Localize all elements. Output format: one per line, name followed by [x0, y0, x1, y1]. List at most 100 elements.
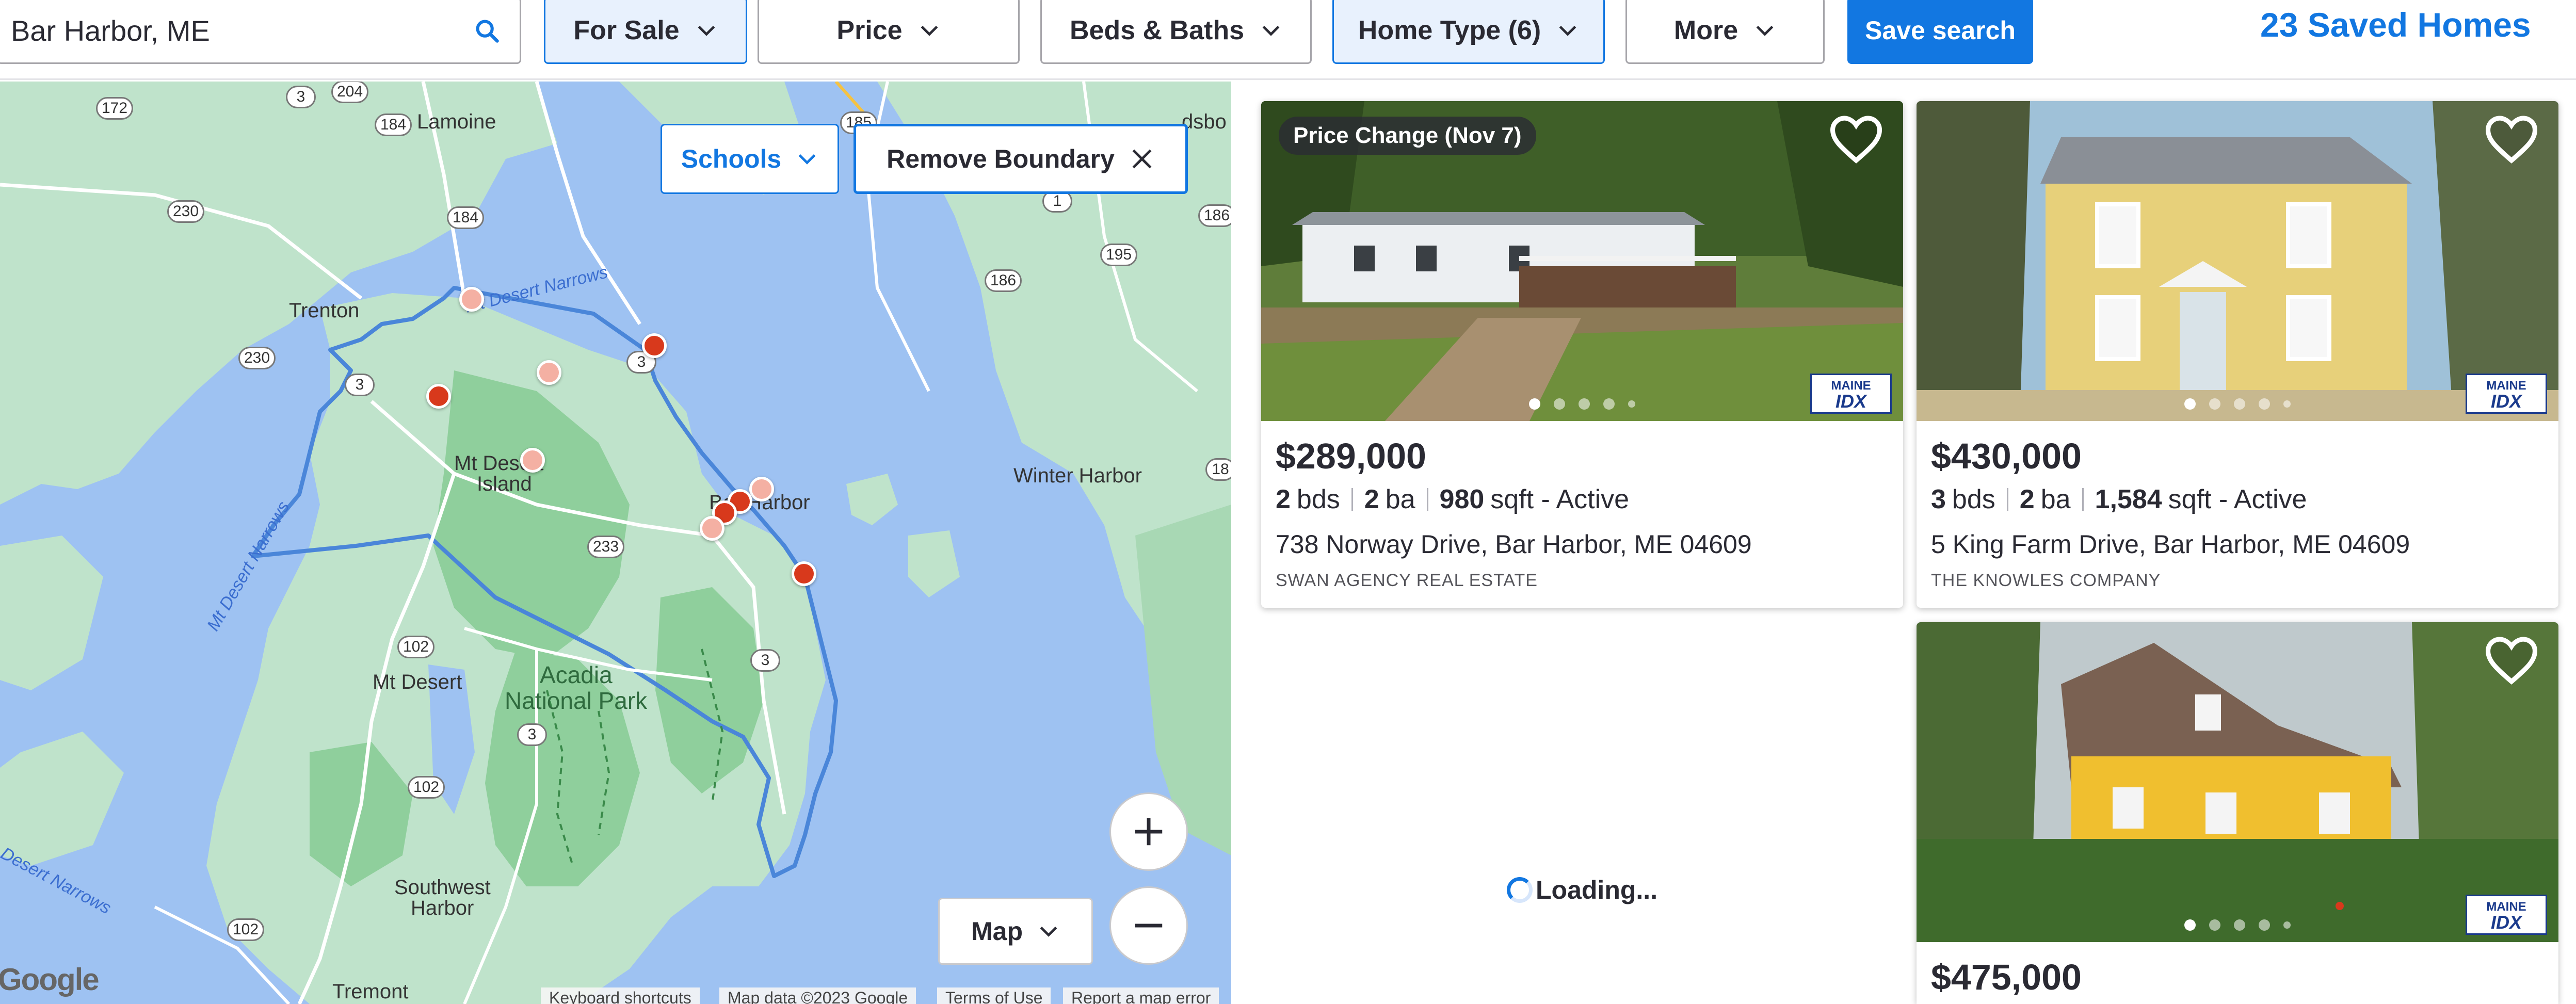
schools-button-label: Schools: [681, 144, 782, 173]
route-shield: 184: [447, 206, 484, 229]
zoom-out-button[interactable]: [1109, 886, 1188, 965]
listing-card[interactable]: Price Change (Nov 7) MAINE IDX $289,000 2…: [1261, 101, 1903, 608]
listing-pin[interactable]: [700, 516, 725, 541]
map-label-acadia-2: National Park: [505, 687, 648, 714]
filter-beds-baths[interactable]: Beds & Baths: [1040, 0, 1312, 64]
photo-carousel-dots[interactable]: [2184, 398, 2291, 410]
listing-address[interactable]: 5 King Farm Drive, Bar Harbor, ME 04609: [1931, 529, 2544, 559]
listing-facts: 3 bds 2 ba 1,584 sqft - Active: [1931, 484, 2307, 514]
route-shield: 172: [96, 97, 133, 120]
listing-price: $430,000: [1931, 436, 2082, 476]
photo-carousel-dots[interactable]: [1529, 398, 1635, 410]
search-icon: [476, 20, 499, 43]
loading-label: Loading...: [1536, 876, 1658, 904]
listing-pin[interactable]: [520, 448, 545, 473]
map-label-southwest-2: Harbor: [411, 897, 474, 919]
route-shield: 3: [286, 86, 316, 108]
google-logo: Google: [0, 962, 100, 997]
listing-image: [1917, 101, 2558, 421]
listing-photo[interactable]: MAINE IDX: [1917, 622, 2558, 942]
saved-homes-link[interactable]: 23 Saved Homes: [2260, 5, 2531, 44]
listing-card[interactable]: MAINE IDX $430,000 3 bds 2 ba 1,584 sqft - A…: [1917, 101, 2558, 608]
filter-for-sale-label: For Sale: [573, 15, 680, 45]
route-shield: 186: [1198, 204, 1231, 227]
route-shield: 3: [345, 374, 375, 396]
listing-photo[interactable]: Price Change (Nov 7) MAINE IDX: [1261, 101, 1903, 421]
plus-icon: [1135, 818, 1163, 846]
schools-button[interactable]: Schools: [661, 124, 839, 194]
listing-address[interactable]: 738 Norway Drive, Bar Harbor, ME 04609: [1276, 529, 1889, 559]
filter-more[interactable]: More: [1625, 0, 1825, 64]
filter-price-label: Price: [836, 15, 903, 45]
filter-home-type[interactable]: Home Type (6): [1332, 0, 1605, 64]
location-search-input[interactable]: [11, 13, 439, 47]
keyboard-shortcuts-link[interactable]: Keyboard shortcuts: [541, 987, 700, 1004]
listing-card[interactable]: MAINE IDX $475,000: [1917, 622, 2558, 1004]
minus-icon: [1135, 924, 1163, 928]
top-bar: For Sale Price Beds & Baths Home Type (6…: [0, 0, 2576, 80]
listing-pin[interactable]: [749, 477, 774, 501]
heart-icon[interactable]: [1828, 114, 1885, 165]
listing-pin[interactable]: [537, 360, 561, 385]
price-change-badge: Price Change (Nov 7): [1279, 117, 1536, 155]
route-shield: 184: [375, 114, 412, 136]
map-label-tremont: Tremont: [332, 980, 409, 1003]
listing-facts: 2 bds 2 ba 980 sqft - Active: [1276, 484, 1630, 514]
close-icon: [1132, 149, 1152, 169]
listing-price: $289,000: [1276, 436, 1426, 476]
spinner-icon: [1507, 877, 1533, 903]
route-shield: 102: [397, 636, 434, 658]
chevron-down-icon: [698, 25, 715, 36]
filter-home-type-label: Home Type (6): [1358, 15, 1541, 45]
maine-idx-logo: MAINE IDX: [2466, 374, 2547, 414]
filter-price[interactable]: Price: [758, 0, 1020, 64]
location-search-box[interactable]: [0, 0, 521, 64]
map-label-mt-desert: Mt Desert: [373, 671, 462, 693]
listing-price: $475,000: [1931, 957, 2082, 997]
route-shield: 3: [750, 649, 780, 672]
route-shield: 186: [985, 269, 1022, 292]
filter-more-label: More: [1673, 15, 1738, 45]
maine-idx-logo: MAINE IDX: [2466, 895, 2547, 935]
map-panel[interactable]: Lamoine Trenton Mt Desert Island Bar Har…: [0, 82, 1231, 1004]
map-label-trenton: Trenton: [289, 299, 360, 322]
route-shield: 204: [331, 82, 368, 103]
map-label-winter-harbor: Winter Harbor: [1013, 464, 1142, 487]
filter-beds-baths-label: Beds & Baths: [1069, 15, 1245, 45]
terms-of-use-link[interactable]: Terms of Use: [937, 987, 1051, 1004]
route-shield: 102: [227, 918, 264, 941]
heart-icon[interactable]: [2483, 114, 2540, 165]
heart-icon[interactable]: [2483, 635, 2540, 686]
map-type-label: Map: [971, 917, 1023, 946]
map-data-attribution: Map data ©2023 Google: [719, 987, 916, 1004]
loading-indicator: Loading...: [1507, 875, 1657, 905]
chevron-down-icon: [1262, 25, 1280, 36]
report-map-error-link[interactable]: Report a map error: [1063, 987, 1219, 1004]
map-label-mt-desert-island-2: Island: [477, 473, 532, 495]
listing-agency: SWAN AGENCY REAL ESTATE: [1276, 571, 1538, 590]
chevron-down-icon: [1559, 25, 1576, 36]
route-shield: 102: [408, 776, 445, 799]
listing-image: [1917, 622, 2558, 942]
route-shield: 233: [587, 536, 624, 558]
remove-boundary-button[interactable]: Remove Boundary: [854, 124, 1188, 194]
listing-pin[interactable]: [642, 333, 667, 358]
map-label-ellsworth: dsbo: [1182, 110, 1227, 133]
listing-pin[interactable]: [459, 287, 484, 312]
listing-pin[interactable]: [792, 561, 816, 586]
zoom-in-button[interactable]: [1109, 792, 1188, 871]
map-label-acadia: Acadia: [540, 661, 613, 688]
listing-pin[interactable]: [426, 384, 451, 409]
photo-carousel-dots[interactable]: [2184, 919, 2291, 931]
listing-photo[interactable]: MAINE IDX: [1917, 101, 2558, 421]
maine-idx-logo: MAINE IDX: [1810, 374, 1892, 414]
search-button[interactable]: [470, 14, 504, 48]
chevron-down-icon: [798, 154, 816, 165]
route-shield: 195: [1100, 244, 1137, 266]
map-type-selector[interactable]: Map: [938, 898, 1093, 965]
chevron-down-icon: [1040, 926, 1057, 937]
filter-for-sale[interactable]: For Sale: [544, 0, 747, 64]
save-search-button[interactable]: Save search: [1847, 0, 2033, 64]
map-label-southwest: Southwest: [394, 876, 491, 899]
listing-agency: THE KNOWLES COMPANY: [1931, 571, 2161, 590]
